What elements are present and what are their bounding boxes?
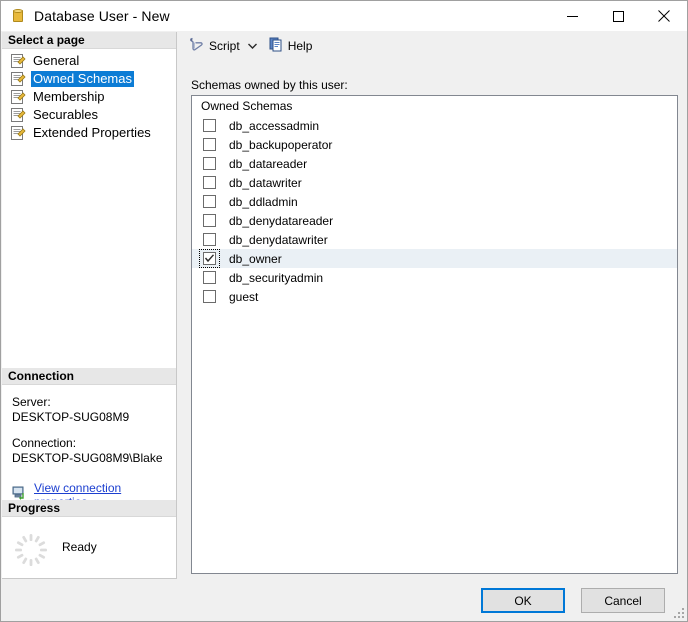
table-row[interactable]: db_securityadmin [192, 268, 677, 287]
connection-panel: Connection Server: DESKTOP-SUG08M9 Conne… [2, 368, 176, 509]
schema-checkbox[interactable] [203, 119, 216, 132]
checkbox-wrap[interactable] [200, 231, 219, 248]
checkbox-wrap[interactable] [200, 136, 219, 153]
table-row[interactable]: guest [192, 287, 677, 306]
minimize-button[interactable] [549, 1, 595, 31]
dialog-footer: OK Cancel [1, 579, 687, 621]
schema-name: db_backupoperator [229, 138, 332, 152]
table-row[interactable]: db_owner [192, 249, 677, 268]
sidebar-item-label: Membership [31, 89, 107, 105]
help-button[interactable]: Help [265, 35, 316, 57]
schema-checkbox-checked[interactable] [203, 252, 216, 265]
sidebar-item-securables[interactable]: Securables [2, 106, 176, 124]
table-row[interactable]: db_denydatawriter [192, 230, 677, 249]
page-list: General Owned Schemas [2, 49, 176, 142]
script-label: Script [209, 39, 240, 53]
schema-checkbox[interactable] [203, 157, 216, 170]
page-properties-icon [10, 89, 26, 105]
checkbox-wrap[interactable] [200, 174, 219, 191]
chevron-down-icon[interactable] [245, 35, 261, 57]
schema-name: db_datawriter [229, 176, 302, 190]
help-label: Help [288, 39, 313, 53]
schema-name: db_denydatareader [229, 214, 333, 228]
schema-checkbox[interactable] [203, 138, 216, 151]
main-content: Schemas owned by this user: Owned Schema… [178, 60, 687, 579]
page-properties-icon [10, 107, 26, 123]
table-row[interactable]: db_accessadmin [192, 116, 677, 135]
owned-schemas-listbox[interactable]: Owned Schemas db_accessadmin db_backupop… [191, 95, 678, 574]
maximize-button[interactable] [595, 1, 641, 31]
select-a-page-header: Select a page [2, 32, 176, 49]
sidebar-item-owned-schemas[interactable]: Owned Schemas [2, 70, 176, 88]
ok-button[interactable]: OK [481, 588, 565, 613]
connection-header: Connection [2, 368, 176, 385]
schema-name: db_securityadmin [229, 271, 323, 285]
sidebar-item-general[interactable]: General [2, 52, 176, 70]
cancel-button[interactable]: Cancel [581, 588, 665, 613]
window-title: Database User - New [34, 8, 170, 24]
connection-label: Connection: [12, 436, 166, 451]
script-button[interactable]: Script [186, 35, 243, 57]
database-user-new-dialog: Database User - New [0, 0, 688, 622]
help-pages-icon [268, 36, 284, 57]
resize-grip-icon[interactable] [672, 606, 684, 618]
checkbox-wrap[interactable] [200, 117, 219, 134]
checkbox-wrap[interactable] [200, 288, 219, 305]
progress-status: Ready [62, 540, 97, 554]
schema-checkbox[interactable] [203, 271, 216, 284]
sidebar-item-extended-properties[interactable]: Extended Properties [2, 124, 176, 142]
schema-name: guest [229, 290, 258, 304]
checkbox-wrap[interactable] [200, 155, 219, 172]
schema-checkbox[interactable] [203, 195, 216, 208]
title-bar: Database User - New [1, 1, 687, 31]
checkbox-wrap[interactable] [200, 193, 219, 210]
window-controls [549, 1, 687, 31]
connection-value: DESKTOP-SUG08M9\Blake [12, 451, 166, 466]
sidebar-item-membership[interactable]: Membership [2, 88, 176, 106]
sidebar-item-label: Owned Schemas [31, 71, 134, 87]
table-row[interactable]: db_datareader [192, 154, 677, 173]
table-row[interactable]: db_datawriter [192, 173, 677, 192]
server-value: DESKTOP-SUG08M9 [12, 410, 166, 425]
page-properties-icon [10, 71, 26, 87]
table-row[interactable]: db_ddladmin [192, 192, 677, 211]
sidebar-item-label: Securables [31, 107, 100, 123]
page-properties-icon [10, 53, 26, 69]
sidebar-item-label: Extended Properties [31, 125, 153, 141]
page-properties-icon [10, 125, 26, 141]
toolbar: Script Help [178, 32, 687, 60]
table-row[interactable]: db_backupoperator [192, 135, 677, 154]
schema-checkbox[interactable] [203, 233, 216, 246]
schema-name: db_owner [229, 252, 282, 266]
checkbox-wrap[interactable] [200, 250, 219, 267]
schema-checkbox[interactable] [203, 176, 216, 189]
database-cylinder-icon [10, 8, 26, 24]
schema-name: db_accessadmin [229, 119, 319, 133]
schema-name: db_datareader [229, 157, 307, 171]
schema-checkbox[interactable] [203, 214, 216, 227]
schema-name: db_denydatawriter [229, 233, 328, 247]
progress-spinner-icon [14, 533, 48, 567]
table-row[interactable]: db_denydatareader [192, 211, 677, 230]
owned-schemas-column-header: Owned Schemas [192, 96, 677, 116]
progress-panel: Progress [2, 500, 176, 573]
sidebar: Select a page General [2, 32, 177, 579]
server-info: Server: DESKTOP-SUG08M9 [12, 395, 166, 425]
checkbox-wrap[interactable] [200, 212, 219, 229]
checkbox-wrap[interactable] [200, 269, 219, 286]
server-label: Server: [12, 395, 166, 410]
script-scroll-icon [189, 36, 205, 57]
close-button[interactable] [641, 1, 687, 31]
progress-header: Progress [2, 500, 176, 517]
sidebar-item-label: General [31, 53, 81, 69]
connection-info: Connection: DESKTOP-SUG08M9\Blake [12, 436, 166, 466]
schema-name: db_ddladmin [229, 195, 298, 209]
schemas-caption: Schemas owned by this user: [191, 78, 348, 92]
schema-checkbox[interactable] [203, 290, 216, 303]
